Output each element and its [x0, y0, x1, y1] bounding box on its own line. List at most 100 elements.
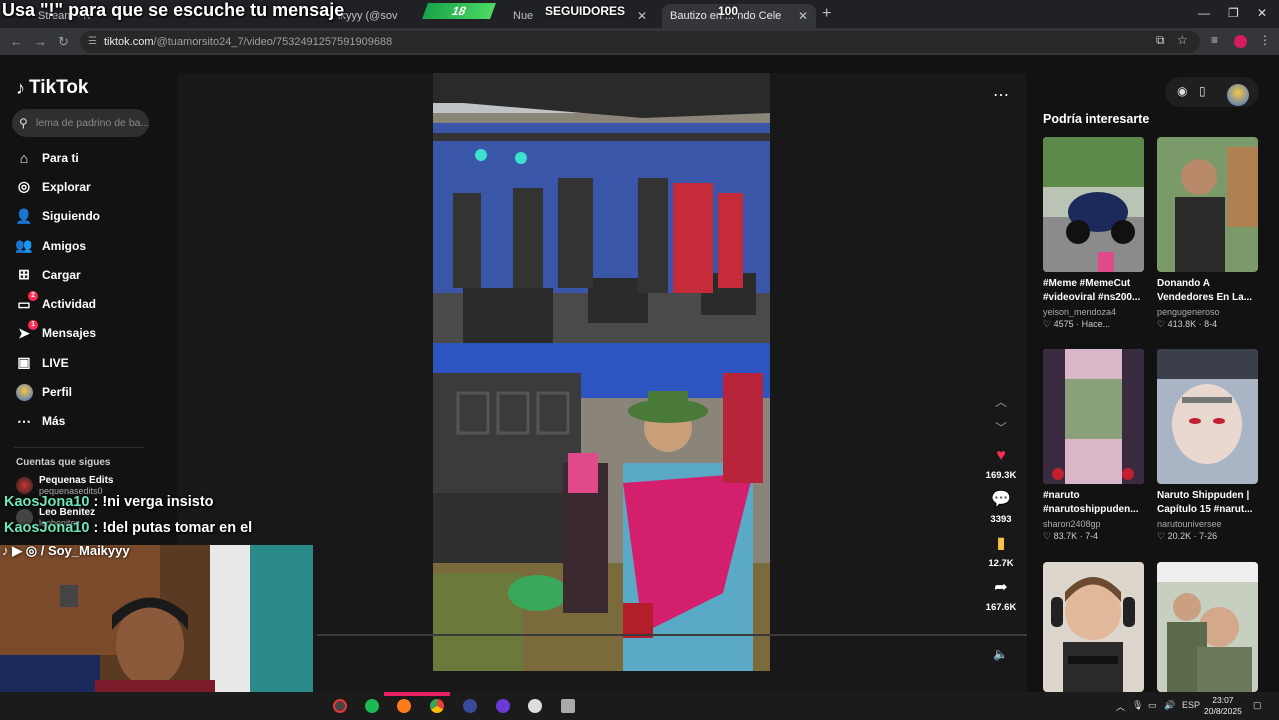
browser-tab-active[interactable]: Bautizo en ... ndo Cele ✕: [662, 4, 816, 28]
sidebar-item-live[interactable]: ▣ LIVE: [14, 348, 100, 377]
tiktok-note-icon: ♪: [16, 77, 25, 98]
chat-text: : !ni verga insisto: [89, 494, 214, 510]
clock-time: 23:07: [1212, 695, 1234, 705]
social-handle-text: / Soy_Maikyyy: [40, 543, 130, 558]
coins-icon[interactable]: ◉: [1177, 84, 1187, 98]
video-thumbnail: [1043, 562, 1144, 692]
bookmark-icon: ▮: [996, 535, 1006, 552]
search-icon: ⚲: [19, 116, 28, 130]
settings-icon[interactable]: [528, 699, 542, 713]
media-icon[interactable]: ≡: [1211, 33, 1218, 47]
network-icon[interactable]: ▭: [1148, 700, 1157, 711]
notifications-icon[interactable]: ▢: [1253, 700, 1262, 711]
nav-label: Explorar: [42, 179, 91, 194]
url-field[interactable]: ☰ tiktok.com/@tuamorsito24_7/video/75324…: [80, 31, 1200, 53]
sidebar-item-para-ti[interactable]: ⌂ Para ti: [14, 143, 100, 172]
video-progress-bar[interactable]: [317, 634, 1027, 636]
search-input[interactable]: ⚲ lema de padrino de ba...: [12, 109, 149, 137]
install-icon[interactable]: ⧉: [1156, 33, 1165, 48]
bookmark-star-icon[interactable]: ☆: [1177, 33, 1188, 47]
minimize-icon[interactable]: —: [1198, 6, 1210, 20]
close-icon[interactable]: ✕: [637, 9, 647, 23]
back-icon[interactable]: ←: [10, 34, 23, 49]
sidebar-item-mensajes[interactable]: ➤ 1 Mensajes: [14, 319, 100, 348]
video-thumbnail: [1157, 349, 1258, 484]
comment-count: 3393: [990, 514, 1012, 525]
follower-goal-bar: 18: [422, 3, 496, 19]
messages-icon: ➤ 1: [14, 320, 38, 343]
more-options-icon[interactable]: ⋯: [993, 85, 1009, 105]
video-thumbnail: [1157, 137, 1258, 272]
youtube-icon: ▶: [12, 543, 23, 558]
recommended-card[interactable]: #naruto #narutoshippuden... sharon2408gp…: [1043, 349, 1144, 542]
recommended-card[interactable]: Naruto Shippuden | Capítulo 15 #narut...…: [1157, 349, 1258, 542]
sidebar-item-explorar[interactable]: ◎ Explorar: [14, 172, 100, 201]
site-info-icon[interactable]: ☰: [88, 31, 97, 53]
more-icon: ⋯: [17, 412, 31, 429]
sidebar-nav: ⌂ Para ti ◎ Explorar 👤 Siguiendo 👥 Amigos ⊞ C…: [14, 143, 100, 436]
recommended-card[interactable]: [1043, 562, 1144, 692]
search-placeholder: lema de padrino de ba...: [36, 117, 149, 129]
app-icon[interactable]: [496, 699, 510, 713]
following-account[interactable]: Pequenas Edits pequenasedits0: [16, 475, 113, 496]
clock-date: 20/8/2025: [1204, 706, 1242, 716]
comment-icon: 💬: [991, 491, 1011, 508]
spotify-icon[interactable]: [365, 699, 379, 713]
windows-taskbar: ︿ 🎙 ▭ 🔊 ESP 23:07 20/8/2025 ▢: [0, 692, 1279, 720]
window-close-icon[interactable]: ✕: [1257, 6, 1267, 20]
sidebar-item-mas[interactable]: ⋯ Más: [14, 407, 100, 436]
comment-button[interactable]: 💬 3393: [981, 491, 1021, 525]
sidebar-item-siguiendo[interactable]: 👤 Siguiendo: [14, 202, 100, 231]
user-avatar[interactable]: [1227, 84, 1249, 106]
account-name: Pequenas Edits: [39, 475, 114, 486]
recommended-card[interactable]: [1157, 562, 1258, 692]
video-thumbnail: [1157, 562, 1258, 692]
app-icon[interactable]: [463, 699, 477, 713]
chevron-up-icon[interactable]: ︿: [995, 393, 1007, 410]
url-host: tiktok.com: [104, 36, 154, 48]
tiktok-logo[interactable]: ♪ TikTok: [16, 77, 88, 99]
recommended-card[interactable]: Donando A Vendedores En La... pengugener…: [1157, 137, 1258, 330]
share-button[interactable]: ➦ 167.6K: [981, 579, 1021, 613]
card-user: pengugeneroso: [1157, 307, 1220, 317]
share-icon: ➦: [994, 579, 1008, 596]
card-time: 7-26: [1199, 531, 1218, 541]
save-button[interactable]: ▮ 12.7K: [981, 535, 1021, 569]
like-button[interactable]: ♥ 169.3K: [981, 447, 1021, 481]
volume-icon[interactable]: 🔈: [993, 647, 1008, 661]
video-player[interactable]: [433, 73, 770, 671]
microphone-icon[interactable]: 🎙: [1132, 700, 1143, 711]
new-tab-icon[interactable]: +: [822, 5, 831, 23]
following-header: Cuentas que sigues: [16, 457, 111, 468]
following-icon: 👤: [15, 207, 33, 224]
recommended-card[interactable]: #Meme #MemeCut #videoviral #ns200... yei…: [1043, 137, 1144, 330]
card-title: #naruto #narutoshippuden...: [1043, 490, 1139, 515]
forward-icon[interactable]: →: [34, 34, 47, 49]
address-bar-row: ← → ↻ ☰ tiktok.com/@tuamorsito24_7/video…: [0, 28, 1279, 56]
chevron-down-icon[interactable]: ﹀: [995, 419, 1007, 436]
reload-icon[interactable]: ↻: [58, 34, 69, 50]
file-explorer-icon[interactable]: [561, 699, 575, 713]
firefox-icon[interactable]: [397, 699, 411, 713]
home-icon: ⌂: [19, 149, 29, 166]
tray-chevron-icon[interactable]: ︿: [1116, 700, 1125, 713]
sidebar-item-perfil[interactable]: Perfil: [14, 377, 100, 406]
save-count: 12.7K: [988, 558, 1014, 569]
input-language[interactable]: ESP: [1182, 700, 1200, 710]
chrome-icon[interactable]: [430, 699, 444, 713]
video-frame: [433, 73, 770, 671]
chrome-menu-icon[interactable]: ⋮: [1259, 33, 1271, 47]
browser-profile-avatar[interactable]: [1234, 35, 1247, 48]
restore-icon[interactable]: ❐: [1228, 6, 1239, 20]
obs-icon[interactable]: [333, 699, 347, 713]
device-icon[interactable]: ▯: [1199, 84, 1206, 98]
sidebar-item-cargar[interactable]: ⊞ Cargar: [14, 260, 100, 289]
close-icon[interactable]: ✕: [798, 9, 808, 23]
taskbar-clock[interactable]: 23:07 20/8/2025: [1204, 695, 1242, 717]
sidebar-item-amigos[interactable]: 👥 Amigos: [14, 231, 100, 260]
compass-icon: ◎: [17, 178, 31, 195]
nav-label: Amigos: [42, 238, 87, 253]
volume-tray-icon[interactable]: 🔊: [1164, 700, 1175, 711]
card-stats: ♡ 20.2K · 7-26: [1157, 531, 1218, 541]
sidebar-item-actividad[interactable]: ▭ 2 Actividad: [14, 289, 100, 318]
